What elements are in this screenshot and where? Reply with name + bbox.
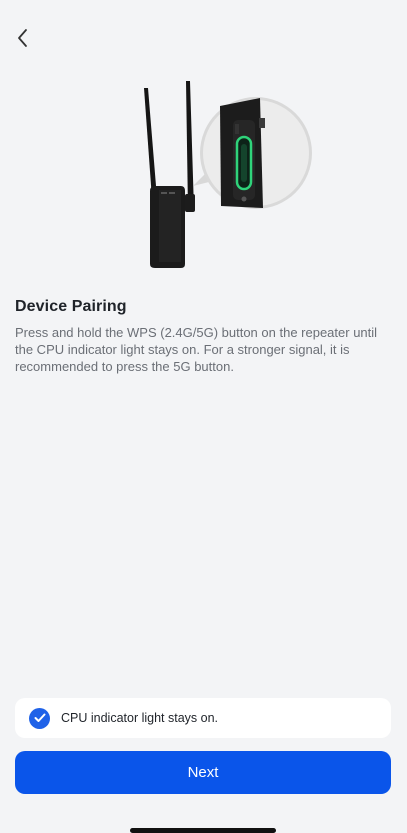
checkmark-icon (34, 713, 45, 722)
device-pairing-illustration (135, 78, 317, 274)
instructions-text: Press and hold the WPS (2.4G/5G) button … (15, 325, 378, 374)
next-button[interactable]: Next (15, 751, 391, 794)
cpu-light-confirm-checkbox[interactable]: CPU indicator light stays on. (15, 698, 391, 738)
repeater-illustration (144, 81, 312, 268)
chevron-left-icon (18, 29, 27, 47)
confirm-label: CPU indicator light stays on. (61, 711, 219, 725)
checkbox-checked-indicator (29, 707, 50, 729)
page-title: Device Pairing (15, 298, 127, 315)
home-indicator (130, 828, 276, 833)
back-button[interactable] (8, 24, 36, 52)
